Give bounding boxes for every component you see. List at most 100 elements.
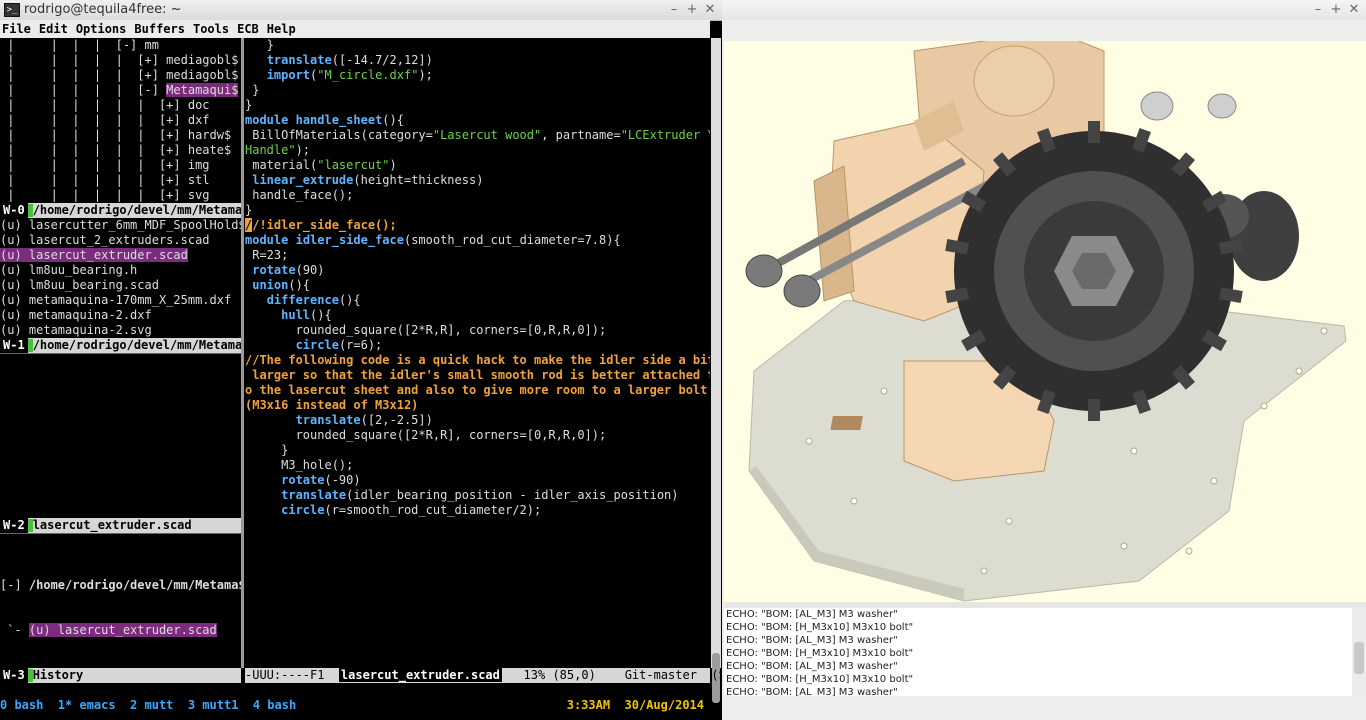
close-button[interactable]: ✕ — [702, 2, 718, 18]
code-line[interactable]: import("M_circle.dxf"); — [245, 68, 710, 83]
openscad-titlebar[interactable]: – + ✕ — [722, 0, 1366, 20]
console-line: ECHO: "BOM: [AL_M3] M3 washer" — [726, 609, 898, 620]
menu-options[interactable]: Options — [76, 22, 127, 36]
source-file-item[interactable]: (u) lasercut_extruder.scad — [0, 248, 241, 263]
code-line[interactable]: } — [245, 98, 710, 113]
code-line[interactable]: rounded_square([2*R,R], corners=[0,R,R,0… — [245, 428, 710, 443]
history-modeline: W-3 History — [0, 668, 241, 683]
source-file-item[interactable]: (u) lm8uu_bearing.scad — [0, 278, 241, 293]
code-line[interactable]: translate([2,-2.5]) — [245, 413, 710, 428]
code-line[interactable]: rotate(90) — [245, 263, 710, 278]
tmux-window-list[interactable]: 0 bash 1* emacs 2 mutt 3 mutt1 4 bash — [0, 698, 296, 712]
tree-node[interactable]: | | | | | | [+] svg — [0, 188, 241, 203]
code-line[interactable]: o the lasercut sheet and also to give mo… — [245, 383, 710, 398]
3d-viewport[interactable] — [724, 41, 1366, 602]
tree-node[interactable]: | | | | | [-] Metamaqui$ — [0, 83, 241, 98]
code-line[interactable]: module idler_side_face(smooth_rod_cut_di… — [245, 233, 710, 248]
code-line[interactable]: BillOfMaterials(category="Lasercut wood"… — [245, 128, 710, 143]
tree-node[interactable]: | | | | [-] mm — [0, 38, 241, 53]
console-line: ECHO: "BOM: [AL_M3] M3 washer" — [726, 661, 898, 672]
menu-buffers[interactable]: Buffers — [134, 22, 185, 36]
code-line[interactable]: circle(r=6); — [245, 338, 710, 353]
close-button[interactable]: ✕ — [1346, 2, 1362, 18]
tree-node-label: heate$ — [187, 143, 232, 157]
code-line[interactable]: //!idler_side_face(); — [245, 218, 710, 233]
code-line[interactable]: union(){ — [245, 278, 710, 293]
code-line[interactable]: (M3x16 instead of M3x12) — [245, 398, 710, 413]
code-line[interactable]: linear_extrude(height=thickness) — [245, 173, 710, 188]
console-line: ECHO: "BOM: [H_M3x10] M3x10 bolt" — [726, 622, 914, 633]
ecb-history-pane[interactable]: [-] /home/rodrigo/devel/mm/Metama$ `- (u… — [0, 533, 241, 668]
tree-node[interactable]: | | | | | | [+] stl — [0, 173, 241, 188]
tree-node-label: hardw$ — [187, 128, 232, 142]
minimize-button[interactable]: – — [666, 2, 682, 18]
code-line[interactable]: circle(r=smooth_rod_cut_diameter/2); — [245, 503, 710, 518]
code-line[interactable]: } — [245, 83, 710, 98]
tree-node-label: svg — [187, 188, 210, 202]
source-file-item[interactable]: (u) metamaquina-2.dxf — [0, 308, 241, 323]
code-line[interactable]: handle_face(); — [245, 188, 710, 203]
ecb-methods-pane[interactable] — [0, 353, 241, 518]
maximize-button[interactable]: + — [684, 2, 700, 18]
minimize-button[interactable]: – — [1310, 2, 1326, 18]
source-file-item[interactable]: (u) metamaquina-2.svg — [0, 323, 241, 338]
ecb-sources-pane[interactable]: (u) lasercutter_6mm_MDF_SpoolHold$ (u) la… — [0, 218, 241, 338]
tree-node[interactable]: | | | | | | [+] doc — [0, 98, 241, 113]
source-file-item[interactable]: (u) metamaquina-170mm_X_25mm.dxf — [0, 293, 241, 308]
tree-node[interactable]: | | | | | | [+] dxf — [0, 113, 241, 128]
tmux-statusbar: 0 bash 1* emacs 2 mutt 3 mutt1 4 bash 3:3… — [0, 698, 710, 713]
tree-node-label: mm — [144, 38, 159, 52]
ecb-directories-pane[interactable]: | | | | [-] mm | | | | | [+] mediagobl$ … — [0, 38, 241, 203]
code-editor[interactable]: } translate([-14.7/2,12]) import("M_circ… — [245, 38, 710, 668]
code-line[interactable]: translate([-14.7/2,12]) — [245, 53, 710, 68]
tree-node[interactable]: | | | | | [+] mediagobl$ — [0, 68, 241, 83]
code-line[interactable]: module handle_sheet(){ — [245, 113, 710, 128]
source-file-item[interactable]: (u) lasercutter_6mm_MDF_SpoolHold$ — [0, 218, 241, 233]
tree-node-label: doc — [187, 98, 210, 112]
code-line[interactable]: material("lasercut") — [245, 158, 710, 173]
terminal-titlebar[interactable]: >_ rodrigo@tequila4free: ~ – + ✕ — [0, 0, 722, 21]
code-line[interactable]: larger so that the idler's small smooth … — [245, 368, 710, 383]
code-line[interactable]: rounded_square([2*R,R], corners=[0,R,R,0… — [245, 323, 710, 338]
code-line[interactable]: translate(idler_bearing_position - idler… — [245, 488, 710, 503]
tree-node[interactable]: | | | | | | [+] hardw$ — [0, 128, 241, 143]
history-root-line[interactable]: [-] /home/rodrigo/devel/mm/Metama$ — [0, 578, 241, 593]
menu-edit[interactable]: Edit — [39, 22, 68, 36]
openscad-console[interactable]: ECHO: "BOM: [AL_M3] M3 washer" ECHO: "BOM… — [724, 608, 1352, 696]
code-line[interactable]: Handle"); — [245, 143, 710, 158]
modeline-path: /home/rodrigo/devel/mm/Metama — [32, 338, 241, 352]
tree-node-label: dxf — [187, 113, 210, 127]
tree-node[interactable]: | | | | | | [+] img — [0, 158, 241, 173]
code-line[interactable]: } — [245, 203, 710, 218]
menu-ecb[interactable]: ECB — [237, 22, 259, 36]
source-file-item[interactable]: (u) lm8uu_bearing.h — [0, 263, 241, 278]
buffer-name: lasercut_extruder.scad — [338, 668, 502, 682]
code-line[interactable]: M3_hole(); — [245, 458, 710, 473]
menu-file[interactable]: File — [2, 22, 31, 36]
maximize-button[interactable]: + — [1328, 2, 1344, 18]
scrollbar-thumb[interactable] — [1354, 642, 1364, 674]
code-line[interactable]: R=23; — [245, 248, 710, 263]
code-line[interactable]: } — [245, 443, 710, 458]
tree-node[interactable]: | | | | | [+] mediagobl$ — [0, 53, 241, 68]
code-line[interactable]: difference(){ — [245, 293, 710, 308]
editor-scrollbar[interactable] — [711, 38, 721, 703]
tree-node-label: mediagobl$ — [166, 68, 239, 82]
tree-node[interactable]: | | | | | | [+] heate$ — [0, 143, 241, 158]
menu-help[interactable]: Help — [267, 22, 296, 36]
code-line[interactable]: rotate(-90) — [245, 473, 710, 488]
console-line: ECHO: "BOM: [AL_M3] M3 washer" — [726, 687, 898, 696]
tree-node-label: Metamaqui$ — [166, 83, 239, 97]
modeline-window-number: W-1 — [0, 338, 28, 353]
code-line[interactable]: } — [245, 38, 710, 53]
menu-tools[interactable]: Tools — [193, 22, 229, 36]
history-item-line[interactable]: `- (u) lasercut_extruder.scad — [0, 623, 241, 638]
console-scrollbar[interactable] — [1352, 608, 1366, 696]
code-line[interactable]: hull(){ — [245, 308, 710, 323]
source-file-item[interactable]: (u) lasercut_2_extruders.scad — [0, 233, 241, 248]
directories-modeline: W-0/home/rodrigo/devel/mm/Metama — [0, 203, 241, 218]
code-line[interactable]: //The following code is a quick hack to … — [245, 353, 710, 368]
sources-modeline: W-1/home/rodrigo/devel/mm/Metama — [0, 338, 241, 353]
modeline-buffer: lasercut_extruder.scad — [32, 518, 192, 532]
window-divider[interactable] — [241, 38, 244, 668]
